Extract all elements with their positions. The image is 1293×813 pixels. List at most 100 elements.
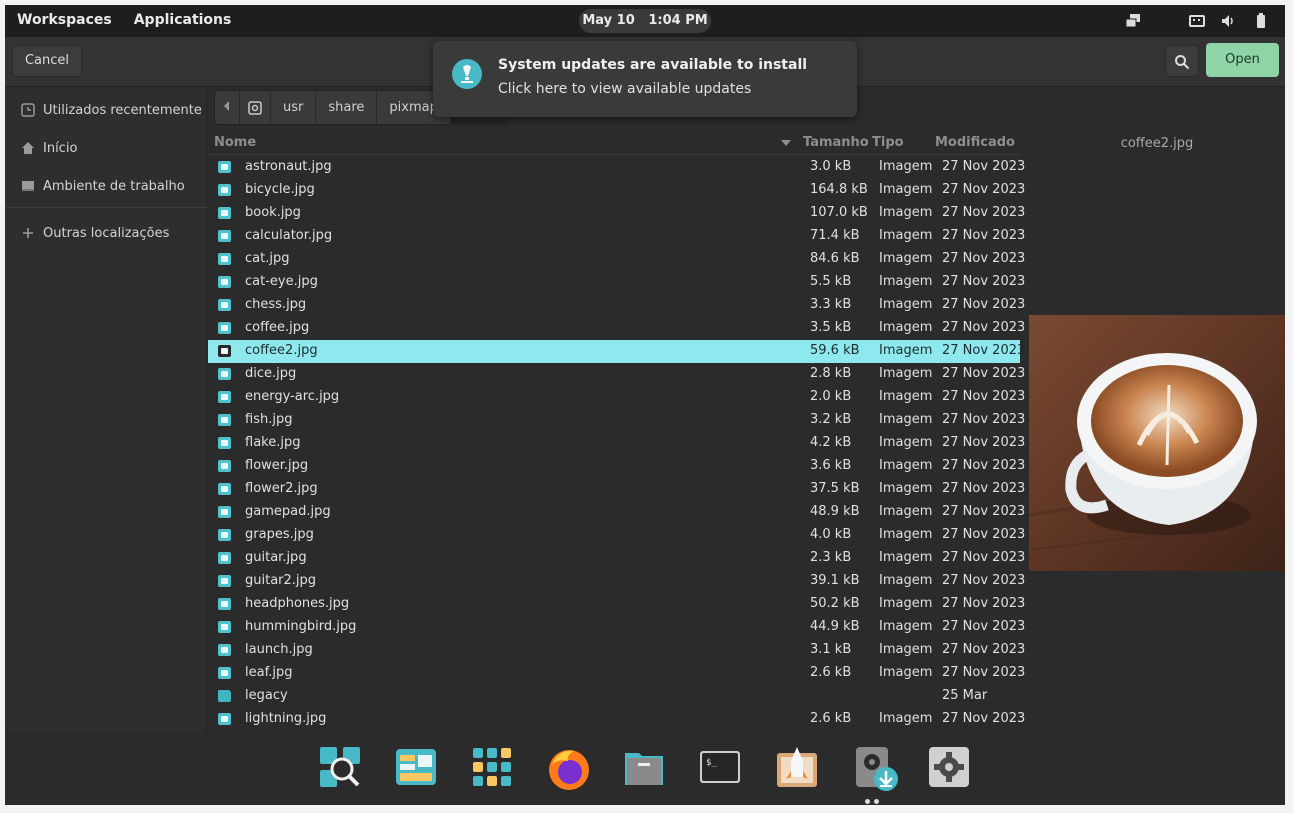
column-header-type[interactable]: Tipo — [872, 135, 904, 150]
update-notification[interactable]: System updates are available to install … — [433, 41, 857, 117]
network-icon[interactable] — [1125, 13, 1141, 29]
table-row[interactable]: grapes.jpg 4.0 kB Imagem 27 Nov 2023 — [208, 524, 1025, 547]
table-row[interactable]: guitar2.jpg 39.1 kB Imagem 27 Nov 2023 — [208, 570, 1025, 593]
image-file-icon — [218, 161, 231, 173]
table-row[interactable]: launch.jpg 3.1 kB Imagem 27 Nov 2023 — [208, 639, 1025, 662]
table-row[interactable]: lightning.jpg 2.6 kB Imagem 27 Nov 2023 — [208, 708, 1025, 731]
path-segment-share[interactable]: share — [316, 91, 378, 124]
table-row[interactable]: cat-eye.jpg 5.5 kB Imagem 27 Nov 2023 — [208, 271, 1025, 294]
file-modified: 27 Nov 2023 — [942, 642, 1026, 657]
file-modified: 27 Nov 2023 — [942, 251, 1026, 266]
cancel-button[interactable]: Cancel — [12, 45, 82, 77]
running-indicator — [865, 799, 879, 804]
volume-icon[interactable] — [1221, 13, 1237, 29]
column-header-size[interactable]: Tamanho — [803, 135, 869, 150]
table-row[interactable]: bicycle.jpg 164.8 kB Imagem 27 Nov 2023 — [208, 179, 1025, 202]
file-name: astronaut.jpg — [245, 159, 332, 174]
search-icon — [1175, 55, 1190, 70]
table-row[interactable]: leaf.jpg 2.6 kB Imagem 27 Nov 2023 — [208, 662, 1025, 685]
battery-icon[interactable] — [1253, 13, 1269, 29]
file-name: flake.jpg — [245, 435, 301, 450]
file-size: 39.1 kB — [810, 573, 860, 588]
table-row[interactable]: coffee2.jpg 59.6 kB Imagem 27 Nov 2023 — [208, 340, 1025, 363]
file-size: 84.6 kB — [810, 251, 860, 266]
file-name: chess.jpg — [245, 297, 307, 312]
app-center-icon[interactable] — [777, 747, 817, 787]
table-row[interactable]: guitar.jpg 2.3 kB Imagem 27 Nov 2023 — [208, 547, 1025, 570]
file-modified: 27 Nov 2023 — [942, 573, 1026, 588]
file-size: 48.9 kB — [810, 504, 860, 519]
file-name: energy-arc.jpg — [245, 389, 340, 404]
table-row[interactable]: cat.jpg 84.6 kB Imagem 27 Nov 2023 — [208, 248, 1025, 271]
table-row[interactable]: hummingbird.jpg 44.9 kB Imagem 27 Nov 2023 — [208, 616, 1025, 639]
table-row[interactable]: coffee.jpg 3.5 kB Imagem 27 Nov 2023 — [208, 317, 1025, 340]
file-modified: 27 Nov 2023 — [942, 481, 1026, 496]
image-file-icon — [218, 414, 231, 426]
table-row[interactable]: legacy 25 Mar — [208, 685, 1020, 708]
table-row[interactable]: astronaut.jpg 3.0 kB Imagem 27 Nov 2023 — [208, 156, 1025, 179]
search-app-icon[interactable] — [320, 747, 360, 787]
table-row[interactable]: chess.jpg 3.3 kB Imagem 27 Nov 2023 — [208, 294, 1025, 317]
file-size: 164.8 kB — [810, 182, 868, 197]
image-file-icon — [218, 667, 231, 679]
file-type: Imagem — [879, 711, 933, 726]
file-name: cat.jpg — [245, 251, 290, 266]
drive-icon — [248, 100, 262, 115]
image-file-icon — [218, 598, 231, 610]
sidebar-item-home[interactable]: Início — [5, 132, 207, 164]
app-library-icon[interactable] — [472, 747, 512, 787]
table-row[interactable]: book.jpg 107.0 kB Imagem 27 Nov 2023 — [208, 202, 1025, 225]
file-modified: 27 Nov 2023 — [942, 343, 1026, 358]
table-row[interactable]: dice.jpg 2.8 kB Imagem 27 Nov 2023 — [208, 363, 1025, 386]
image-file-icon — [218, 713, 231, 725]
workspaces-button[interactable]: Workspaces — [17, 12, 112, 28]
files-icon[interactable] — [624, 747, 664, 787]
sidebar-item-other-locations[interactable]: Outras localizações — [5, 217, 207, 249]
chevron-left-icon — [224, 101, 229, 111]
sidebar-item-recent[interactable]: Utilizados recentemente — [5, 94, 207, 126]
image-file-icon — [218, 621, 231, 633]
notification-body: Click here to view available updates — [498, 81, 752, 97]
clock-button[interactable]: May 10 1:04 PM — [579, 9, 711, 33]
path-back-button[interactable] — [215, 91, 240, 124]
open-button[interactable]: Open — [1206, 43, 1279, 77]
file-modified: 27 Nov 2023 — [942, 320, 1026, 335]
file-size: 2.8 kB — [810, 366, 852, 381]
table-row[interactable]: energy-arc.jpg 2.0 kB Imagem 27 Nov 2023 — [208, 386, 1025, 409]
file-size: 2.6 kB — [810, 665, 852, 680]
table-row[interactable]: headphones.jpg 50.2 kB Imagem 27 Nov 2023 — [208, 593, 1025, 616]
file-name: coffee.jpg — [245, 320, 310, 335]
sidebar-item-desktop[interactable]: Ambiente de trabalho — [5, 170, 207, 202]
file-name: guitar2.jpg — [245, 573, 317, 588]
clock-date: May 10 — [582, 13, 635, 28]
file-modified: 27 Nov 2023 — [942, 274, 1026, 289]
installer-icon[interactable] — [854, 747, 898, 793]
path-segment-usr[interactable]: usr — [271, 91, 317, 124]
file-size: 2.0 kB — [810, 389, 852, 404]
file-type: Imagem — [879, 159, 933, 174]
file-modified: 27 Nov 2023 — [942, 412, 1026, 427]
table-row[interactable]: gamepad.jpg 48.9 kB Imagem 27 Nov 2023 — [208, 501, 1025, 524]
image-file-icon — [218, 368, 231, 380]
search-button[interactable] — [1165, 45, 1199, 77]
image-file-icon — [218, 276, 231, 288]
path-root-button[interactable] — [240, 91, 271, 124]
table-row[interactable]: calculator.jpg 71.4 kB Imagem 27 Nov 2023 — [208, 225, 1025, 248]
table-row[interactable]: fish.jpg 3.2 kB Imagem 27 Nov 2023 — [208, 409, 1025, 432]
file-name: book.jpg — [245, 205, 301, 220]
settings-icon[interactable] — [929, 747, 969, 787]
table-row[interactable]: flake.jpg 4.2 kB Imagem 27 Nov 2023 — [208, 432, 1025, 455]
file-modified: 27 Nov 2023 — [942, 182, 1026, 197]
image-file-icon — [218, 644, 231, 656]
window-layout-app-icon[interactable] — [396, 747, 436, 787]
file-size: 71.4 kB — [810, 228, 860, 243]
table-row[interactable]: flower.jpg 3.6 kB Imagem 27 Nov 2023 — [208, 455, 1025, 478]
column-header-name[interactable]: Nome — [214, 135, 256, 150]
column-header-modified[interactable]: Modificado — [935, 135, 1015, 150]
terminal-icon[interactable]: $_ — [700, 747, 740, 787]
keyboard-icon[interactable] — [1189, 13, 1205, 29]
sort-down-icon[interactable] — [781, 140, 791, 146]
table-row[interactable]: flower2.jpg 37.5 kB Imagem 27 Nov 2023 — [208, 478, 1025, 501]
applications-button[interactable]: Applications — [134, 12, 232, 28]
firefox-icon[interactable] — [546, 745, 592, 791]
